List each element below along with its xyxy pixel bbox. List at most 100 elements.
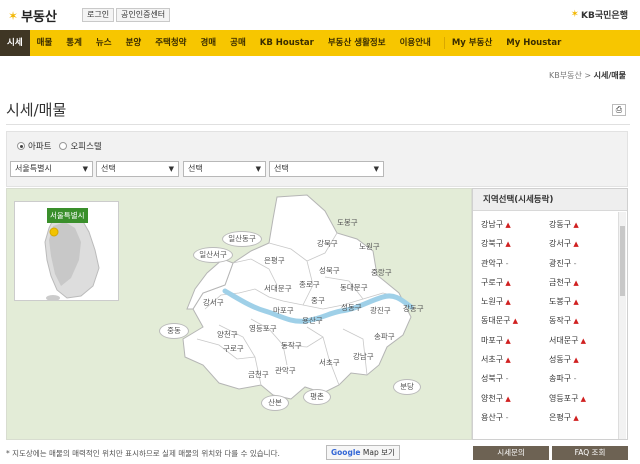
district-label[interactable]: 금천구 bbox=[248, 369, 269, 380]
district-label[interactable]: 중랑구 bbox=[371, 267, 392, 278]
nav-item-price[interactable]: 시세 bbox=[0, 30, 30, 56]
district-item-label: 동대문구 bbox=[481, 316, 511, 326]
trend-up-icon: ▲ bbox=[571, 278, 579, 287]
chevron-down-icon: ▼ bbox=[255, 165, 261, 173]
breadcrumb-current: 시세/매물 bbox=[593, 71, 626, 80]
district-label[interactable]: 관악구 bbox=[275, 365, 296, 376]
nav-item-auction[interactable]: 경매 bbox=[193, 30, 223, 56]
select-complex[interactable]: 선택 ▼ bbox=[269, 161, 384, 177]
nav-item-life-info[interactable]: 부동산 생활정보 bbox=[321, 30, 393, 56]
nav-item-guide[interactable]: 이용안내 bbox=[393, 30, 438, 56]
district-row: 동대문구 ▲ 동작구 ▲ bbox=[481, 315, 617, 334]
district-item[interactable]: 서대문구 ▲ bbox=[549, 335, 617, 354]
outer-area-pyeongchon[interactable]: 평촌 bbox=[303, 389, 331, 405]
district-label[interactable]: 강동구 bbox=[403, 303, 424, 314]
district-row: 마포구 ▲ 서대문구 ▲ bbox=[481, 335, 617, 354]
district-item-label: 성동구 bbox=[549, 355, 572, 365]
select-city[interactable]: 서울특별시 ▼ bbox=[10, 161, 93, 177]
district-item[interactable]: 서초구 ▲ bbox=[481, 354, 549, 373]
nav-item-presale[interactable]: 분양 bbox=[119, 30, 149, 56]
nav-item-stats[interactable]: 통계 bbox=[59, 30, 89, 56]
radio-officetel-label[interactable]: 오피스텔 bbox=[70, 140, 101, 152]
radio-apartment[interactable] bbox=[17, 142, 25, 150]
district-item[interactable]: 금천구 ▲ bbox=[549, 277, 617, 296]
district-label[interactable]: 광진구 bbox=[370, 305, 391, 316]
district-item[interactable]: 성북구 - bbox=[481, 373, 549, 392]
district-item[interactable]: 도봉구 ▲ bbox=[549, 296, 617, 315]
district-label[interactable]: 서초구 bbox=[319, 357, 340, 368]
district-label[interactable]: 동대문구 bbox=[340, 282, 368, 293]
district-item[interactable]: 성동구 ▲ bbox=[549, 354, 617, 373]
district-row: 노원구 ▲ 도봉구 ▲ bbox=[481, 296, 617, 315]
nav-item-public-auction[interactable]: 공매 bbox=[223, 30, 253, 56]
district-label[interactable]: 은평구 bbox=[264, 255, 285, 266]
breadcrumb: KB부동산 > 시세/매물 bbox=[549, 70, 626, 81]
district-label[interactable]: 송파구 bbox=[374, 331, 395, 342]
nav-item-subscription[interactable]: 주택청약 bbox=[148, 30, 193, 56]
district-item[interactable]: 강북구 ▲ bbox=[481, 238, 549, 257]
district-label[interactable]: 구로구 bbox=[223, 343, 244, 354]
district-item-label: 강북구 bbox=[481, 239, 504, 249]
cert-center-button[interactable]: 공인인증센터 bbox=[116, 8, 171, 22]
outer-area-ilsan-seo[interactable]: 일산서구 bbox=[193, 247, 233, 263]
district-item-label: 강서구 bbox=[549, 239, 572, 249]
outer-area-sanbon[interactable]: 산본 bbox=[261, 395, 289, 411]
district-label[interactable]: 강남구 bbox=[353, 351, 374, 362]
nav-item-my-realestate[interactable]: My 부동산 bbox=[445, 30, 499, 56]
district-item[interactable]: 마포구 ▲ bbox=[481, 335, 549, 354]
district-item[interactable]: 광진구 - bbox=[549, 258, 617, 277]
print-icon[interactable]: ⎙ bbox=[612, 104, 626, 116]
district-label[interactable]: 종로구 bbox=[299, 279, 320, 290]
outer-area-jungdong[interactable]: 중동 bbox=[159, 323, 189, 339]
chevron-down-icon: ▼ bbox=[373, 165, 379, 173]
district-item[interactable]: 은평구 ▲ bbox=[549, 412, 617, 431]
district-label[interactable]: 양천구 bbox=[217, 329, 238, 340]
district-item[interactable]: 양천구 ▲ bbox=[481, 393, 549, 412]
nav-item-houstar[interactable]: KB Houstar bbox=[253, 30, 321, 56]
scroll-thumb[interactable] bbox=[620, 226, 625, 296]
district-item[interactable]: 강동구 ▲ bbox=[549, 219, 617, 238]
nav-item-my-houstar[interactable]: My Houstar bbox=[499, 30, 568, 56]
district-label[interactable]: 용산구 bbox=[302, 315, 323, 326]
radio-apartment-label[interactable]: 아파트 bbox=[28, 140, 51, 152]
district-label[interactable]: 강서구 bbox=[203, 297, 224, 308]
district-label[interactable]: 마포구 bbox=[273, 305, 294, 316]
nav-item-listing[interactable]: 매물 bbox=[30, 30, 60, 56]
price-inquiry-button[interactable]: 시세문의 bbox=[473, 446, 549, 460]
district-item[interactable]: 동작구 ▲ bbox=[549, 315, 617, 334]
google-map-button[interactable]: Google Map 보기 bbox=[326, 445, 400, 460]
district-label[interactable]: 강북구 bbox=[317, 238, 338, 249]
outer-area-ilsan-dong[interactable]: 일산동구 bbox=[222, 231, 262, 247]
district-item[interactable]: 구로구 ▲ bbox=[481, 277, 549, 296]
district-item[interactable]: 강남구 ▲ bbox=[481, 219, 549, 238]
faq-button[interactable]: FAQ 조회 bbox=[552, 446, 628, 460]
district-label[interactable]: 노원구 bbox=[359, 241, 380, 252]
district-label[interactable]: 도봉구 bbox=[337, 217, 358, 228]
district-label[interactable]: 성북구 bbox=[319, 265, 340, 276]
district-item[interactable]: 관악구 - bbox=[481, 258, 549, 277]
district-label[interactable]: 서대문구 bbox=[264, 283, 292, 294]
district-label[interactable]: 동작구 bbox=[281, 340, 302, 351]
district-item[interactable]: 영등포구 ▲ bbox=[549, 393, 617, 412]
select-district[interactable]: 선택 ▼ bbox=[96, 161, 179, 177]
map-area[interactable]: 서울특별시 도봉구 강북구 노원구 은평구 성북구 중랑구 종로구 동대문구 서… bbox=[6, 188, 472, 440]
district-item[interactable]: 송파구 - bbox=[549, 373, 617, 392]
trend-up-icon: ▲ bbox=[503, 394, 511, 403]
district-item-label: 도봉구 bbox=[549, 297, 572, 307]
panel-scrollbar[interactable] bbox=[618, 212, 626, 439]
radio-officetel[interactable] bbox=[59, 142, 68, 150]
district-item[interactable]: 노원구 ▲ bbox=[481, 296, 549, 315]
district-item[interactable]: 용산구 - bbox=[481, 412, 549, 431]
logo[interactable]: ✶ 부동산 bbox=[8, 6, 57, 26]
district-label[interactable]: 성동구 bbox=[341, 302, 362, 313]
bank-logo[interactable]: ✶ KB국민은행 bbox=[571, 8, 628, 21]
district-item[interactable]: 강서구 ▲ bbox=[549, 238, 617, 257]
outer-area-bundang[interactable]: 분당 bbox=[393, 379, 421, 395]
login-button[interactable]: 로그인 bbox=[82, 8, 115, 22]
breadcrumb-parent[interactable]: KB부동산 bbox=[549, 71, 582, 80]
district-label[interactable]: 영등포구 bbox=[249, 323, 277, 334]
district-label[interactable]: 중구 bbox=[311, 295, 325, 306]
nav-item-news[interactable]: 뉴스 bbox=[89, 30, 119, 56]
select-dong[interactable]: 선택 ▼ bbox=[183, 161, 266, 177]
district-item[interactable]: 동대문구 ▲ bbox=[481, 315, 549, 334]
